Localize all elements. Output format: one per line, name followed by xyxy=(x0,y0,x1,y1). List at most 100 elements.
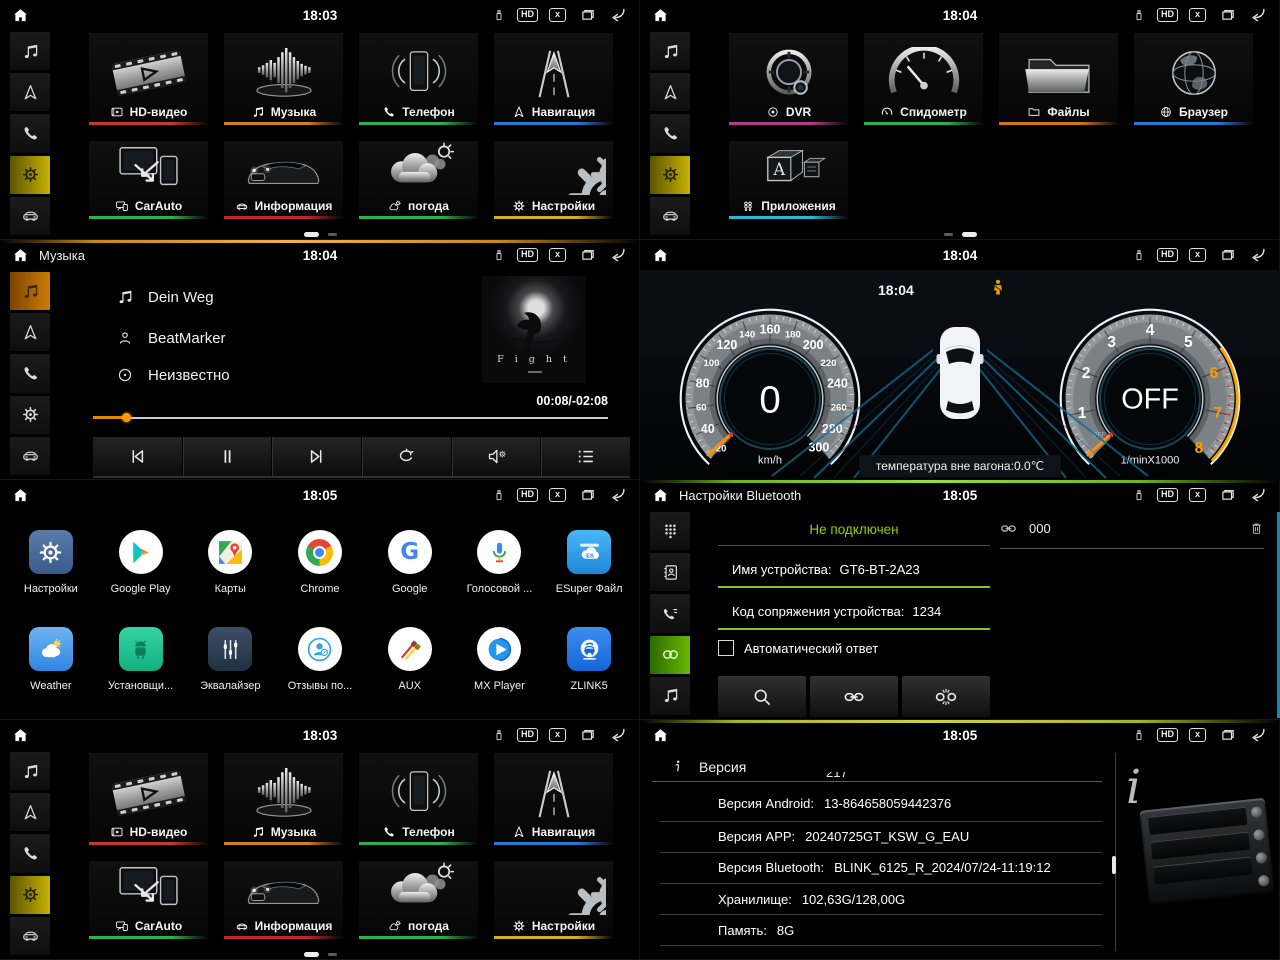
home-tile[interactable]: Информация xyxy=(224,861,343,939)
home-icon[interactable] xyxy=(652,7,669,24)
app-voice-search[interactable]: Голосовой ... xyxy=(455,516,545,613)
back-icon[interactable] xyxy=(608,6,628,24)
app-mx-player[interactable]: MX Player xyxy=(455,613,545,710)
pause-button[interactable] xyxy=(182,437,272,476)
repeat-button[interactable] xyxy=(361,437,451,476)
back-icon[interactable] xyxy=(1248,486,1268,504)
sidebar-item-phone[interactable] xyxy=(650,114,690,152)
close-badge[interactable]: x xyxy=(549,728,566,742)
app-feedback[interactable]: Отзывы по... xyxy=(275,613,365,710)
sidebar-item-music[interactable] xyxy=(650,32,690,70)
close-badge[interactable]: x xyxy=(1189,728,1206,742)
home-tile[interactable]: Файлы xyxy=(999,33,1118,125)
home-tile[interactable]: HD-видео xyxy=(89,753,208,845)
app-esuper-file[interactable]: ESESuper Файл xyxy=(544,516,634,613)
sidebar-item-car[interactable] xyxy=(650,197,690,235)
next-button[interactable] xyxy=(271,437,361,476)
sidebar-item-phone[interactable] xyxy=(10,834,50,872)
home-tile[interactable]: Телефон xyxy=(359,33,478,125)
close-badge[interactable]: x xyxy=(1189,248,1206,262)
back-icon[interactable] xyxy=(608,486,628,504)
close-badge[interactable]: x xyxy=(549,248,566,262)
back-icon[interactable] xyxy=(608,246,628,264)
home-icon[interactable] xyxy=(12,487,29,504)
home-icon[interactable] xyxy=(652,487,669,504)
sidebar-item-music[interactable] xyxy=(10,32,50,70)
sidebar-item-settings[interactable] xyxy=(10,396,50,434)
sidebar-item-navigation[interactable] xyxy=(10,313,50,351)
window-icon[interactable] xyxy=(1217,246,1237,264)
home-tile[interactable]: Музыка xyxy=(224,33,343,125)
sidebar-item-navigation[interactable] xyxy=(10,793,50,831)
bt-pin-row[interactable]: Код сопряжения устройства:1234 xyxy=(718,604,990,630)
sidebar-item-phone[interactable] xyxy=(10,114,50,152)
sidebar-item-car[interactable] xyxy=(10,917,50,955)
scrollbar-thumb[interactable] xyxy=(1112,856,1116,874)
home-tile[interactable]: Телефон xyxy=(359,753,478,845)
home-tile[interactable]: Навигация xyxy=(494,753,613,845)
equalizer-button[interactable] xyxy=(451,437,541,476)
app-settings[interactable]: Настройки xyxy=(6,516,96,613)
app-installer[interactable]: Установщи... xyxy=(96,613,186,710)
app-chrome[interactable]: Chrome xyxy=(275,516,365,613)
checkbox-box[interactable] xyxy=(718,640,734,656)
close-badge[interactable]: x xyxy=(1189,8,1206,22)
app-maps[interactable]: Карты xyxy=(185,516,275,613)
app-weather[interactable]: Weather xyxy=(6,613,96,710)
sidebar-item-contacts[interactable] xyxy=(650,553,690,591)
sidebar-item-navigation[interactable] xyxy=(10,73,50,111)
back-icon[interactable] xyxy=(1248,246,1268,264)
home-tile[interactable]: погода xyxy=(359,861,478,939)
home-tile[interactable]: CarAuto xyxy=(89,141,208,219)
home-tile[interactable]: Музыка xyxy=(224,753,343,845)
sidebar-item-car[interactable] xyxy=(10,437,50,475)
sidebar-item-settings[interactable] xyxy=(650,156,690,194)
bt-device-name-row[interactable]: Имя устройства:GT6-BT-2A23 xyxy=(718,562,990,588)
previous-button[interactable] xyxy=(93,437,182,476)
home-icon[interactable] xyxy=(12,247,29,264)
home-tile[interactable]: Приложения xyxy=(729,141,848,219)
back-icon[interactable] xyxy=(1248,6,1268,24)
home-tile[interactable]: Спидометр xyxy=(864,33,983,125)
close-badge[interactable]: x xyxy=(549,8,566,22)
playlist-button[interactable] xyxy=(540,437,630,476)
sidebar-item-bt-music[interactable] xyxy=(650,677,690,715)
home-icon[interactable] xyxy=(12,7,29,24)
window-icon[interactable] xyxy=(577,246,597,264)
window-icon[interactable] xyxy=(1217,486,1237,504)
window-icon[interactable] xyxy=(1217,6,1237,24)
back-icon[interactable] xyxy=(1248,726,1268,744)
close-badge[interactable]: x xyxy=(1189,488,1206,502)
home-tile[interactable]: Навигация xyxy=(494,33,613,125)
window-icon[interactable] xyxy=(1217,726,1237,744)
home-tile[interactable]: HD-видео xyxy=(89,33,208,125)
bt-search-button[interactable] xyxy=(718,676,806,717)
progress-handle[interactable] xyxy=(122,413,131,422)
home-tile[interactable]: Информация xyxy=(224,141,343,219)
paired-device-row[interactable]: 000 xyxy=(1000,520,1264,549)
trash-icon[interactable] xyxy=(1249,521,1264,536)
app-equalizer[interactable]: Эквалайзер xyxy=(185,613,275,710)
sidebar-item-car[interactable] xyxy=(10,197,50,235)
home-icon[interactable] xyxy=(12,727,29,744)
bt-disconnect-button[interactable] xyxy=(902,676,990,717)
sidebar-item-dialpad[interactable] xyxy=(650,512,690,550)
sidebar-item-pairing[interactable] xyxy=(650,636,690,674)
home-icon[interactable] xyxy=(652,727,669,744)
app-google-play[interactable]: Google Play xyxy=(96,516,186,613)
home-tile[interactable]: Браузер xyxy=(1134,33,1253,125)
sidebar-item-settings[interactable] xyxy=(10,156,50,194)
home-icon[interactable] xyxy=(652,247,669,264)
sidebar-item-music[interactable] xyxy=(10,272,50,310)
home-tile[interactable]: погода xyxy=(359,141,478,219)
close-badge[interactable]: x xyxy=(549,488,566,502)
sidebar-item-phone[interactable] xyxy=(10,354,50,392)
sidebar-item-navigation[interactable] xyxy=(650,73,690,111)
sidebar-item-music[interactable] xyxy=(10,752,50,790)
bt-connect-button[interactable] xyxy=(810,676,898,717)
window-icon[interactable] xyxy=(577,726,597,744)
sidebar-item-call-history[interactable] xyxy=(650,594,690,632)
progress-bar[interactable] xyxy=(93,413,608,423)
app-google[interactable]: GGoogle xyxy=(365,516,455,613)
back-icon[interactable] xyxy=(608,726,628,744)
